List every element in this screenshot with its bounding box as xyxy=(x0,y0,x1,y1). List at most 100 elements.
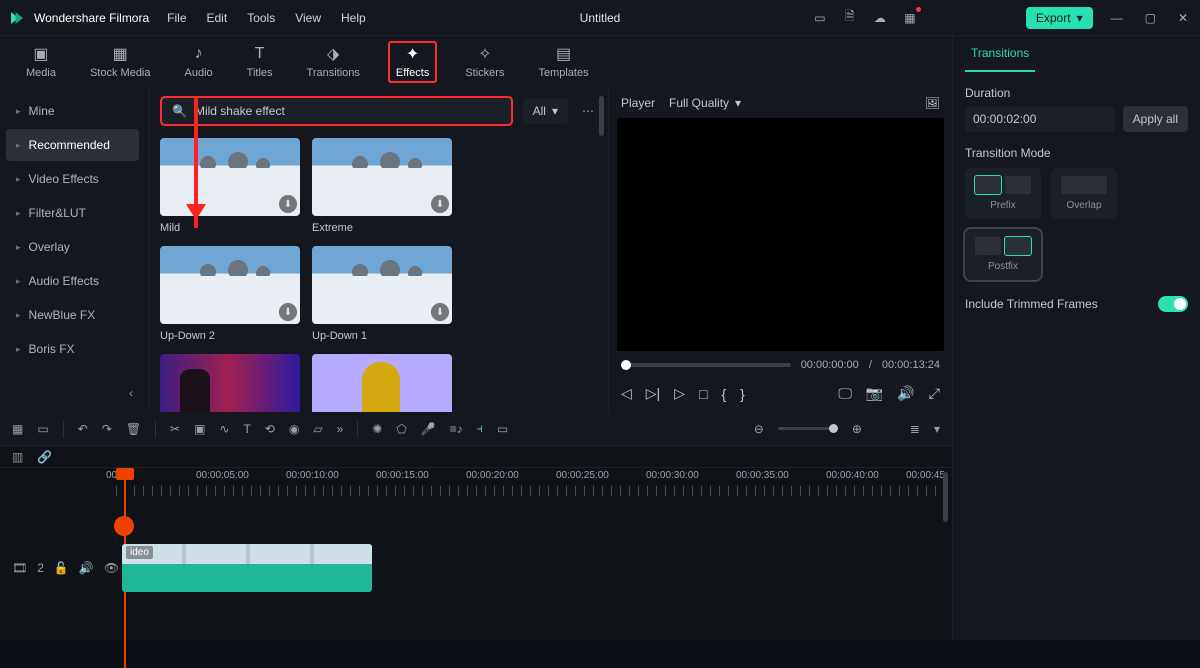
apply-all-button[interactable]: Apply all xyxy=(1123,106,1188,132)
mode-overlap[interactable]: Overlap xyxy=(1051,168,1117,219)
effect-thumb[interactable]: ⬇Up-Down 2 xyxy=(160,246,300,342)
tab-effects[interactable]: ✦Effects xyxy=(388,41,437,83)
mode-prefix[interactable]: Prefix xyxy=(965,168,1041,219)
menu-view[interactable]: View xyxy=(295,11,321,25)
auto-ripple-icon[interactable]: ⫞ xyxy=(477,421,483,436)
minimize-button[interactable]: — xyxy=(1107,11,1127,25)
fullscreen-icon[interactable]: ⤢ xyxy=(929,385,940,402)
redo-icon[interactable]: ↷ xyxy=(102,422,112,436)
ruler-label: 00:00:15:00 xyxy=(376,470,429,481)
effect-thumb[interactable]: ⬇Up-Down 1 xyxy=(312,246,452,342)
tab-transitions-label: Transitions xyxy=(307,67,360,79)
menu-help[interactable]: Help xyxy=(341,11,366,25)
filter-dropdown[interactable]: All ▾ xyxy=(523,98,568,124)
quality-dropdown[interactable]: Full Quality▾ xyxy=(669,96,741,110)
trim-toggle[interactable] xyxy=(1158,296,1188,312)
tab-templates[interactable]: ▤Templates xyxy=(532,43,594,81)
download-icon[interactable]: ⬇ xyxy=(431,303,449,321)
render-preview-icon[interactable]: ▭ xyxy=(812,10,828,26)
prev-frame-icon[interactable]: ◁ xyxy=(621,385,632,402)
mute-icon[interactable]: 🔊 xyxy=(79,561,94,575)
sidebar-item-filter-lut[interactable]: ▸Filter&LUT xyxy=(6,197,139,229)
duration-input[interactable]: 00:00:02:00 xyxy=(965,106,1115,132)
lock-icon[interactable]: 🔓 xyxy=(54,561,69,575)
download-icon[interactable]: ⬇ xyxy=(279,195,297,213)
tab-stock-media[interactable]: ▦Stock Media xyxy=(84,43,157,81)
maximize-button[interactable]: ▢ xyxy=(1141,11,1160,25)
timeline-scrollbar[interactable] xyxy=(943,472,948,522)
save-icon[interactable]: 🗎 xyxy=(842,10,858,26)
mark-in-icon[interactable]: { xyxy=(721,386,726,402)
display-icon[interactable]: 🖵 xyxy=(838,385,852,402)
sidebar-item-recommended[interactable]: ▸Recommended xyxy=(6,129,139,161)
export-button[interactable]: Export ▾ xyxy=(1026,7,1093,29)
timeline-ruler[interactable]: 00:00 00:00:05:00 00:00:10:00 00:00:15:0… xyxy=(116,468,952,500)
zoom-slider[interactable] xyxy=(778,427,838,430)
marker-icon[interactable]: ⬠ xyxy=(396,422,406,436)
effect-thumb[interactable]: ⬇Extreme xyxy=(312,138,452,234)
menu-tools[interactable]: Tools xyxy=(247,11,275,25)
scrollbar[interactable] xyxy=(599,96,604,136)
delete-icon[interactable]: 🗑 xyxy=(126,422,141,436)
track-video-icon[interactable]: 🎞 xyxy=(12,561,27,575)
mode-label: Overlap xyxy=(1066,200,1101,211)
player-viewport[interactable] xyxy=(617,118,944,351)
timeline-settings-icon[interactable]: ▥ xyxy=(12,450,23,464)
tab-stickers[interactable]: ✧Stickers xyxy=(459,43,510,81)
keyframe-icon[interactable]: ✺ xyxy=(372,422,382,436)
crop-icon[interactable]: ▣ xyxy=(194,422,205,436)
sidebar-collapse-button[interactable]: ‹ xyxy=(2,380,143,406)
zoom-out-icon[interactable]: ⊖ xyxy=(754,422,764,436)
cloud-icon[interactable]: ☁ xyxy=(872,10,888,26)
more-options-icon[interactable]: ⋯ xyxy=(578,100,598,122)
tab-stickers-label: Stickers xyxy=(465,67,504,79)
caption-icon[interactable]: ▭ xyxy=(497,422,508,436)
video-clip[interactable]: ideo xyxy=(122,544,372,592)
mask-icon[interactable]: ▱ xyxy=(313,422,322,436)
split-icon[interactable]: ✂ xyxy=(170,422,180,436)
download-icon[interactable]: ⬇ xyxy=(431,195,449,213)
tab-transitions[interactable]: ⬗Transitions xyxy=(301,43,366,81)
apps-grid-icon[interactable]: ▦ xyxy=(902,10,918,26)
layout-icon[interactable]: ▦ xyxy=(12,422,23,436)
tab-audio[interactable]: ♪Audio xyxy=(179,43,219,81)
search-box[interactable]: 🔍 xyxy=(160,96,513,126)
more-tools-icon[interactable]: » xyxy=(337,422,344,436)
close-button[interactable]: ✕ xyxy=(1174,11,1192,25)
tab-audio-label: Audio xyxy=(185,67,213,79)
tab-titles[interactable]: TTitles xyxy=(241,43,279,81)
menu-file[interactable]: File xyxy=(167,11,186,25)
camera-icon[interactable]: 📷 xyxy=(866,385,883,402)
play-icon[interactable]: ▷ xyxy=(674,385,685,402)
search-input[interactable] xyxy=(195,104,501,118)
speed-icon[interactable]: ∿ xyxy=(219,422,229,436)
zoom-in-icon[interactable]: ⊕ xyxy=(852,422,862,436)
sidebar-item-mine[interactable]: ▸Mine xyxy=(6,95,139,127)
sidebar-item-boris[interactable]: ▸Boris FX xyxy=(6,333,139,365)
refresh-icon[interactable]: ⟲ xyxy=(265,422,275,436)
mark-out-icon[interactable]: } xyxy=(740,386,745,402)
sidebar-item-newblue[interactable]: ▸NewBlue FX xyxy=(6,299,139,331)
inspector-tab-transitions[interactable]: Transitions xyxy=(965,36,1035,72)
sidebar-item-video-effects[interactable]: ▸Video Effects xyxy=(6,163,139,195)
tab-media[interactable]: ▣Media xyxy=(20,43,62,81)
text-icon[interactable]: T xyxy=(244,422,251,436)
sidebar-item-audio-effects[interactable]: ▸Audio Effects xyxy=(6,265,139,297)
track-view-icon[interactable]: ≣ xyxy=(910,422,920,436)
undo-icon[interactable]: ↶ xyxy=(78,422,88,436)
color-icon[interactable]: ◉ xyxy=(289,422,299,436)
snapshot-icon[interactable]: 🖼 xyxy=(925,96,940,110)
seek-slider[interactable] xyxy=(621,363,791,367)
mic-icon[interactable]: 🎤 xyxy=(421,422,436,436)
select-tool-icon[interactable]: ▭ xyxy=(37,422,48,436)
volume-icon[interactable]: 🔊 xyxy=(897,385,914,402)
play-from-start-icon[interactable]: ▷| xyxy=(646,385,660,402)
menu-edit[interactable]: Edit xyxy=(207,11,228,25)
stop-icon[interactable]: □ xyxy=(699,386,707,402)
mode-postfix[interactable]: Postfix xyxy=(965,229,1041,280)
download-icon[interactable]: ⬇ xyxy=(279,303,297,321)
audio-sync-icon[interactable]: ≡♪ xyxy=(450,422,463,436)
sidebar-item-overlay[interactable]: ▸Overlay xyxy=(6,231,139,263)
link-icon[interactable]: 🔗 xyxy=(37,450,52,464)
effect-thumb[interactable]: ⬇Mild xyxy=(160,138,300,234)
